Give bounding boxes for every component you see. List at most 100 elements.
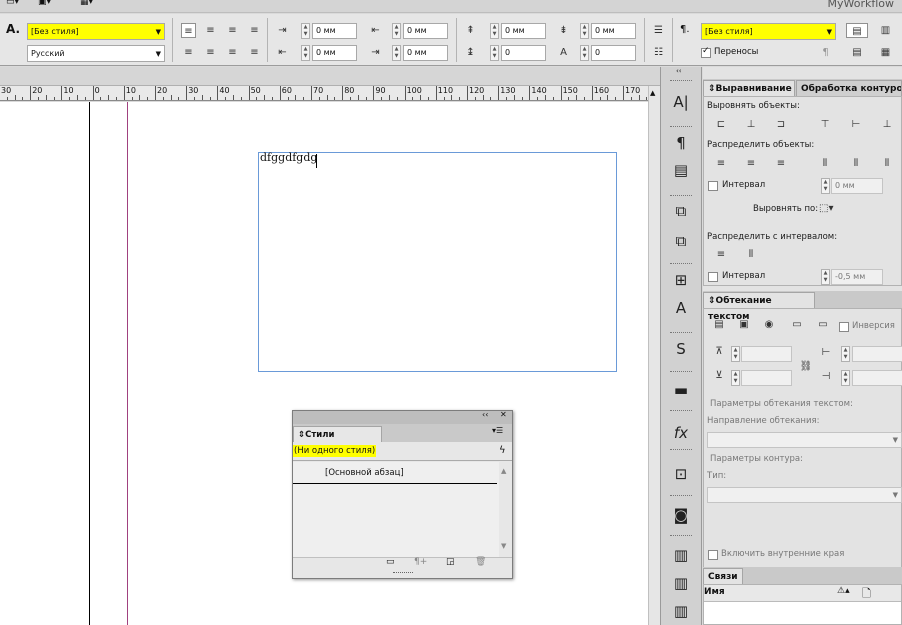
distribute-bottom-icon[interactable]: ≡ bbox=[774, 157, 788, 171]
wrap-direction-dropdown[interactable]: ▼ bbox=[707, 432, 902, 448]
distribute-hcenter-icon[interactable]: ⫴ bbox=[849, 157, 863, 171]
align-right-edges-icon[interactable]: ⊐ bbox=[774, 118, 788, 132]
list-item[interactable]: [Основной абзац] bbox=[293, 465, 497, 484]
folder-icon[interactable]: ▭ bbox=[386, 557, 395, 567]
gradient-panel-icon[interactable]: ◙ bbox=[670, 505, 692, 525]
distribute-vspace-icon[interactable]: ≡ bbox=[714, 248, 728, 262]
bullets-icon[interactable]: ☰ bbox=[651, 23, 666, 38]
clear-overrides-icon[interactable]: ¶+ bbox=[414, 557, 427, 567]
top-offset-field[interactable] bbox=[741, 346, 792, 362]
align-top-edges-icon[interactable]: ⊤ bbox=[818, 118, 832, 132]
right-indent-field[interactable]: 0 мм bbox=[403, 23, 448, 39]
paragraph-panel-icon[interactable]: ¶ bbox=[670, 133, 692, 153]
jump-object-icon[interactable]: ▭ bbox=[790, 318, 804, 332]
text-wrap-panel-icon[interactable]: ⊡ bbox=[670, 464, 692, 484]
distribute-hspace-icon[interactable]: ⫴ bbox=[744, 248, 758, 262]
right-offset-stepper[interactable]: ▲ ▼ bbox=[841, 370, 850, 386]
align-to-selection-icon[interactable]: ⬚▾ bbox=[819, 202, 833, 216]
vertical-scrollbar[interactable]: ▲ bbox=[648, 86, 660, 625]
drop-cap-chars-field[interactable]: 0 bbox=[591, 45, 636, 61]
paragraph-styles-panel[interactable]: ‹‹ ✕ ⇕Стили абзацев ▾☰ (Ни одного стиля)… bbox=[292, 410, 513, 579]
resize-grip[interactable] bbox=[393, 572, 413, 574]
drop-cap-chars-stepper[interactable]: ▲ ▼ bbox=[580, 45, 589, 61]
align-towards-spine-icon[interactable]: ≡ bbox=[247, 23, 262, 38]
swatches-panel-icon[interactable]: S bbox=[670, 339, 692, 359]
workspace-switcher[interactable]: MyWorkflow bbox=[827, 0, 894, 10]
collapse-icon[interactable]: ‹‹ bbox=[482, 410, 488, 419]
drop-cap-lines-field[interactable]: 0 bbox=[501, 45, 546, 61]
baseline-grid-icon[interactable]: ▤ bbox=[846, 45, 868, 60]
tab-pathfinder[interactable]: Обработка контуров bbox=[796, 80, 902, 96]
trash-icon[interactable]: 🗑 bbox=[475, 557, 486, 567]
justify-right-icon[interactable]: ≡ bbox=[225, 45, 240, 60]
warning-icon[interactable]: ⚠▴ bbox=[837, 586, 850, 596]
align-left-edges-icon[interactable]: ⊏ bbox=[714, 118, 728, 132]
right-offset-field[interactable] bbox=[852, 370, 902, 386]
justify-all-icon[interactable]: ≡ bbox=[247, 45, 262, 60]
space-before-field[interactable]: 0 мм bbox=[501, 23, 546, 39]
interval2-field[interactable]: -0,5 мм bbox=[831, 269, 883, 285]
link-offsets-icon[interactable]: ⛓ bbox=[799, 360, 813, 374]
close-icon[interactable]: ✕ bbox=[500, 410, 507, 419]
first-line-indent-field[interactable]: 0 мм bbox=[312, 45, 357, 61]
left-offset-stepper[interactable]: ▲ ▼ bbox=[841, 346, 850, 362]
align-bottom-edges-icon[interactable]: ⊥ bbox=[880, 118, 894, 132]
scroll-up-icon[interactable]: ▲ bbox=[650, 89, 655, 97]
tab-paragraph-styles[interactable]: ⇕Стили абзацев bbox=[293, 426, 382, 456]
new-style-icon[interactable]: ◲ bbox=[446, 557, 455, 567]
interval2-checkbox[interactable] bbox=[708, 272, 718, 282]
inside-edges-checkbox[interactable] bbox=[708, 550, 718, 560]
justify-center-icon[interactable]: ≡ bbox=[203, 45, 218, 60]
library-panel-icon[interactable]: ▥ bbox=[670, 601, 692, 621]
character-styles-icon[interactable]: A bbox=[670, 298, 692, 318]
lightning-icon[interactable]: ϟ bbox=[499, 445, 506, 456]
left-indent-stepper[interactable]: ▲ ▼ bbox=[301, 23, 310, 39]
horizontal-ruler[interactable]: 30 20 10 0 10 20 30 40 50 60 70 80 90 100 110 120 130 140… bbox=[0, 86, 648, 101]
distribute-right-icon[interactable]: ⫴ bbox=[880, 157, 894, 171]
clear-overrides-icon[interactable]: ¶ bbox=[818, 45, 833, 60]
interval-field[interactable]: 0 мм bbox=[831, 178, 883, 194]
para-style-dropdown[interactable]: [Без стиля] ▼ bbox=[701, 23, 836, 40]
space-after-stepper[interactable]: ▲ ▼ bbox=[580, 23, 589, 39]
screen-mode-icon[interactable]: ▣▾ bbox=[38, 0, 51, 7]
grid-icon[interactable]: ▦ bbox=[878, 45, 893, 60]
collapse-icon[interactable]: ‹‹ bbox=[676, 67, 682, 75]
interval2-stepper[interactable]: ▲ ▼ bbox=[821, 269, 830, 285]
tab-align[interactable]: ⇕Выравнивание bbox=[703, 80, 795, 96]
invert-checkbox[interactable] bbox=[839, 322, 849, 332]
language-dropdown[interactable]: Русский ▼ bbox=[27, 45, 165, 62]
wrap-object-shape-icon[interactable]: ◉ bbox=[762, 318, 776, 332]
align-panel-icon[interactable]: ⊞ bbox=[670, 270, 692, 290]
jump-next-column-icon[interactable]: ▭ bbox=[816, 318, 830, 332]
align-vcenter-icon[interactable]: ⊢ bbox=[849, 118, 863, 132]
distribute-left-icon[interactable]: ⫴ bbox=[818, 157, 832, 171]
wrap-bounding-box-icon[interactable]: ▣ bbox=[737, 318, 751, 332]
span-columns-icon[interactable]: ▤ bbox=[846, 23, 868, 38]
first-line-indent-stepper[interactable]: ▲ ▼ bbox=[301, 45, 310, 61]
distribute-vcenter-icon[interactable]: ≡ bbox=[744, 157, 758, 171]
list-scrollbar[interactable]: ▲ ▼ bbox=[499, 462, 512, 557]
align-left-icon[interactable]: ≡ bbox=[181, 23, 196, 38]
effects-panel-icon[interactable]: fx bbox=[670, 423, 692, 443]
page-icon[interactable]: 🗋 bbox=[862, 585, 871, 604]
right-indent-stepper[interactable]: ▲ ▼ bbox=[392, 23, 401, 39]
numbering-icon[interactable]: ☷ bbox=[651, 45, 666, 60]
top-offset-stepper[interactable]: ▲ ▼ bbox=[731, 346, 740, 362]
distribute-top-icon[interactable]: ≡ bbox=[714, 157, 728, 171]
space-after-field[interactable]: 0 мм bbox=[591, 23, 636, 39]
table-panel-icon[interactable]: ▤ bbox=[670, 160, 692, 180]
pages-panel-icon[interactable]: ⧉ bbox=[670, 201, 692, 221]
tab-text-wrap[interactable]: ⇕Обтекание текстом bbox=[703, 292, 815, 322]
layers-panel-icon[interactable]: ⧉ bbox=[670, 231, 692, 251]
last-line-indent-stepper[interactable]: ▲ ▼ bbox=[392, 45, 401, 61]
interval-stepper[interactable]: ▲ ▼ bbox=[821, 178, 830, 194]
hyphenation-checkbox[interactable]: ✓ bbox=[701, 46, 711, 58]
library-panel-icon[interactable]: ▥ bbox=[670, 573, 692, 593]
scroll-down-icon[interactable]: ▼ bbox=[501, 542, 506, 550]
bottom-offset-field[interactable] bbox=[741, 370, 792, 386]
bottom-offset-stepper[interactable]: ▲ ▼ bbox=[731, 370, 740, 386]
last-line-indent-field[interactable]: 0 мм bbox=[403, 45, 448, 61]
left-indent-field[interactable]: 0 мм bbox=[312, 23, 357, 39]
tab-links[interactable]: Связи bbox=[703, 568, 743, 584]
columns-icon[interactable]: ▥ bbox=[878, 23, 893, 38]
